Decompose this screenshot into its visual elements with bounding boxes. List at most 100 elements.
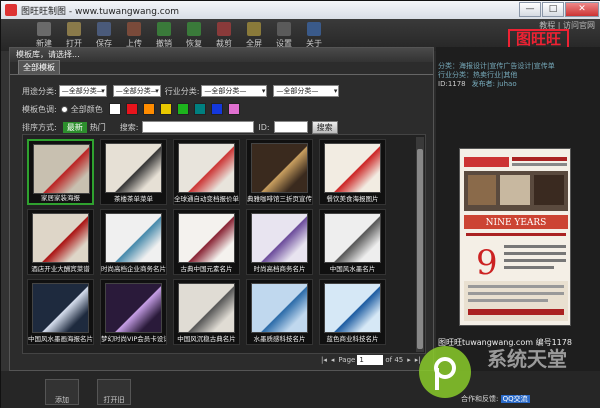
color-swatch[interactable] bbox=[176, 103, 189, 115]
category-row: 用途分类: —全部分类— —全部分类— 行业分类: —全部分类— —全部分类— bbox=[22, 83, 427, 99]
template-card[interactable]: 酒店开业大酬宾菜谱 bbox=[27, 209, 94, 275]
template-caption: 梦幻时尚VIP会员卡设计 bbox=[101, 335, 166, 343]
template-caption: 餐饮美食海报图片 bbox=[326, 195, 379, 203]
template-thumbnail bbox=[251, 143, 308, 193]
qq-link[interactable]: QQ交流 bbox=[500, 395, 530, 403]
undo-arrow-icon bbox=[157, 22, 171, 36]
usage-select-2[interactable]: —全部分类— bbox=[112, 85, 161, 97]
poster-number: 9 bbox=[476, 243, 498, 283]
gear-icon bbox=[277, 22, 291, 36]
template-card[interactable]: 中国风水墨画海报名片 bbox=[27, 279, 94, 345]
template-caption: 水墨质感科技名片 bbox=[253, 335, 306, 343]
template-card[interactable]: 时尚高档商务名片 bbox=[246, 209, 313, 275]
fullscreen-icon bbox=[247, 22, 261, 36]
brand-logo: 图旺旺 bbox=[507, 29, 569, 49]
poster-preview: NINE YEARS 9 bbox=[460, 149, 570, 325]
search-input[interactable] bbox=[142, 121, 255, 133]
template-thumbnail bbox=[324, 143, 381, 193]
id-input[interactable] bbox=[273, 121, 308, 133]
template-caption: 中国风沉稳古典名片 bbox=[177, 335, 236, 343]
filter-panel: 用途分类: —全部分类— —全部分类— 行业分类: —全部分类— —全部分类— … bbox=[22, 83, 427, 137]
color-swatch[interactable] bbox=[108, 103, 121, 115]
template-caption: 时尚高档企业商务名片 bbox=[101, 265, 166, 273]
template-card[interactable]: 梦幻时尚VIP会员卡设计 bbox=[100, 279, 167, 345]
scrollbar-thumb[interactable] bbox=[417, 149, 423, 349]
close-button[interactable]: ✕ bbox=[565, 2, 599, 17]
template-caption: 时尚高档商务名片 bbox=[253, 265, 306, 273]
bottom-open-button[interactable]: 打开旧 bbox=[97, 379, 131, 405]
template-caption: 典雅咖啡馆三折页宣传 bbox=[247, 195, 312, 203]
feedback-label: 合作和反馈: bbox=[461, 395, 499, 403]
color-swatch[interactable] bbox=[142, 103, 155, 115]
dialog-tabs: 全部模板 bbox=[10, 60, 433, 75]
dialog-title: 模板库，请选择... bbox=[10, 48, 433, 62]
search-button[interactable]: 搜索 bbox=[311, 120, 338, 134]
help-icon bbox=[307, 22, 321, 36]
template-card[interactable]: 蓝色商业科技名片 bbox=[319, 279, 386, 345]
tab-all-templates[interactable]: 全部模板 bbox=[18, 60, 60, 74]
template-preview-image: NINE YEARS 9 bbox=[459, 148, 571, 326]
category-line-2[interactable]: 行业分类：热卖行业|其他 bbox=[438, 71, 555, 80]
template-card[interactable]: 茶楼茶单菜单 bbox=[100, 139, 167, 205]
watermark-text: 系统天堂 bbox=[487, 347, 567, 371]
id-label: ID: bbox=[258, 122, 270, 132]
template-card[interactable]: 时尚高档企业商务名片 bbox=[100, 209, 167, 275]
industry-select-2[interactable]: —全部分类— bbox=[273, 85, 340, 97]
all-colors-radio[interactable] bbox=[60, 105, 68, 113]
color-swatch[interactable] bbox=[125, 103, 138, 115]
template-thumbnail bbox=[324, 213, 381, 263]
left-strip bbox=[1, 51, 9, 408]
template-caption: 古典中国元素名片 bbox=[180, 265, 233, 273]
sort-newest-button[interactable]: 最新 bbox=[62, 121, 87, 133]
color-swatch[interactable] bbox=[210, 103, 223, 115]
template-thumbnail bbox=[32, 213, 89, 263]
first-page-button[interactable]: |◂ bbox=[321, 356, 327, 364]
template-thumbnail bbox=[105, 213, 162, 263]
template-library-dialog: 模板库，请选择... 全部模板 用途分类: —全部分类— —全部分类— 行业分类… bbox=[9, 47, 434, 371]
template-gallery: 家居家装海报 茶楼茶单菜单 全球通自动变档报价单 典雅咖啡馆三折页宣传 餐饮美食海报图片… bbox=[22, 134, 426, 354]
redo-arrow-icon bbox=[187, 22, 201, 36]
sort-hot-button[interactable]: 热门 bbox=[90, 122, 106, 133]
upload-icon bbox=[127, 22, 141, 36]
category-line-1[interactable]: 分类：海报设计|宣传广告设计|宣传单 bbox=[438, 62, 555, 71]
preview-panel: 分类：海报设计|宣传广告设计|宣传单 行业分类：热卖行业|其他 ID:1178 发… bbox=[436, 47, 600, 377]
page-number-input[interactable]: 1 bbox=[357, 355, 384, 365]
template-thumbnail bbox=[105, 283, 162, 333]
gallery-scrollbar[interactable] bbox=[416, 137, 424, 352]
template-card[interactable]: 中国风沉稳古典名片 bbox=[173, 279, 240, 345]
minimize-button[interactable]: — bbox=[519, 2, 541, 17]
template-thumbnail bbox=[105, 143, 162, 193]
prev-page-button[interactable]: ◂ bbox=[331, 356, 335, 364]
crop-icon bbox=[217, 22, 231, 36]
search-label: 搜索: bbox=[119, 122, 139, 132]
template-thumbnail bbox=[324, 283, 381, 333]
app-window: 图旺旺制图 - www.tuwangwang.com — □ ✕ 新建 打开 保… bbox=[0, 0, 600, 408]
folder-icon bbox=[67, 22, 81, 36]
template-card[interactable]: 餐饮美食海报图片 bbox=[319, 139, 386, 205]
template-caption: 中国风水墨名片 bbox=[329, 265, 376, 273]
template-info: 分类：海报设计|宣传广告设计|宣传单 行业分类：热卖行业|其他 ID:1178 发… bbox=[438, 62, 555, 89]
maximize-button[interactable]: □ bbox=[542, 2, 564, 17]
usage-select-1[interactable]: —全部分类— bbox=[58, 85, 107, 97]
next-page-button[interactable]: ▸ bbox=[407, 356, 411, 364]
bottom-add-button[interactable]: 添加 bbox=[45, 379, 79, 405]
template-caption: 茶楼茶单菜单 bbox=[114, 195, 153, 203]
template-card[interactable]: 中国风水墨名片 bbox=[319, 209, 386, 275]
template-caption: 家居家装海报 bbox=[41, 194, 80, 202]
template-card[interactable]: 家居家装海报 bbox=[27, 139, 94, 205]
page-label: Page bbox=[338, 356, 356, 364]
template-caption: 蓝色商业科技名片 bbox=[326, 335, 379, 343]
industry-label: 行业分类: bbox=[164, 86, 200, 96]
color-swatch[interactable] bbox=[159, 103, 172, 115]
industry-select-1[interactable]: —全部分类— bbox=[201, 85, 268, 97]
color-swatch[interactable] bbox=[193, 103, 206, 115]
all-colors-label: 全部颜色 bbox=[70, 104, 103, 114]
color-row: 模板色调: 全部颜色 bbox=[22, 101, 427, 117]
template-card[interactable]: 全球通自动变档报价单 bbox=[173, 139, 240, 205]
template-card[interactable]: 典雅咖啡馆三折页宣传 bbox=[246, 139, 313, 205]
page-count: of 45 bbox=[385, 356, 404, 364]
color-swatch[interactable] bbox=[227, 103, 240, 115]
sort-search-row: 排序方式: 最新 热门 搜索: ID: 搜索 bbox=[22, 119, 427, 135]
template-card[interactable]: 水墨质感科技名片 bbox=[246, 279, 313, 345]
template-card[interactable]: 古典中国元素名片 bbox=[173, 209, 240, 275]
